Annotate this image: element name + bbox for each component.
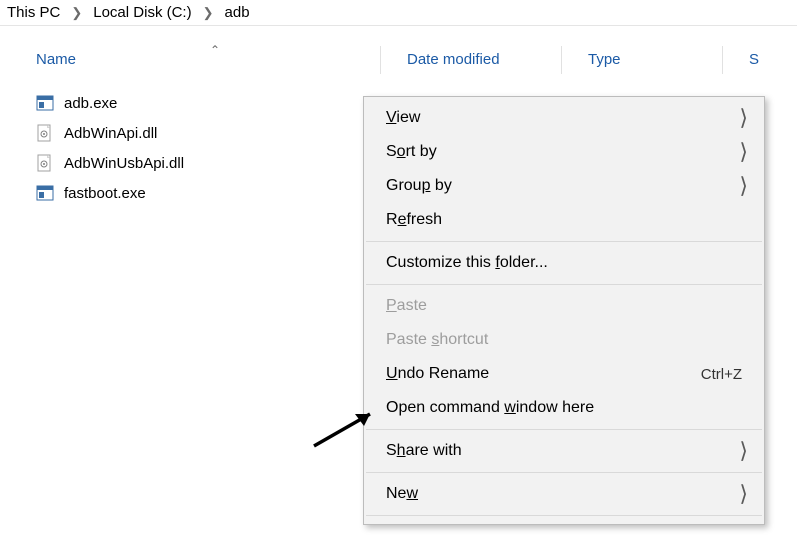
sort-caret-icon: ⌃	[210, 43, 220, 57]
breadcrumb-item[interactable]: This PC	[4, 4, 63, 21]
menu-item-customize[interactable]: Customize this folder...	[364, 246, 764, 280]
menu-label: Refresh	[386, 211, 742, 229]
column-header-name[interactable]: Name ⌃	[0, 51, 380, 68]
breadcrumb-item[interactable]: adb	[222, 4, 253, 21]
menu-item-new[interactable]: New ⟩	[364, 477, 764, 511]
menu-item-refresh[interactable]: Refresh	[364, 203, 764, 237]
menu-label: Paste	[386, 297, 742, 315]
exe-file-icon	[36, 184, 54, 202]
menu-shortcut: Ctrl+Z	[701, 366, 742, 383]
menu-label: Open command window here	[386, 399, 742, 417]
dll-file-icon	[36, 154, 54, 172]
dll-file-icon	[36, 124, 54, 142]
chevron-right-icon: ⟩	[739, 141, 748, 163]
menu-separator	[366, 429, 762, 430]
file-name: AdbWinUsbApi.dll	[64, 155, 184, 172]
menu-item-share[interactable]: Share with ⟩	[364, 434, 764, 468]
column-label: S	[749, 51, 759, 68]
file-name: adb.exe	[64, 95, 117, 112]
menu-label: View	[386, 109, 742, 127]
chevron-right-icon: ⟩	[739, 483, 748, 505]
menu-item-paste: Paste	[364, 289, 764, 323]
chevron-right-icon: ❯	[63, 5, 90, 21]
file-name: AdbWinApi.dll	[64, 125, 157, 142]
column-label: Name	[36, 51, 76, 68]
menu-item-group[interactable]: Group by ⟩	[364, 169, 764, 203]
breadcrumb[interactable]: This PC ❯ Local Disk (C:) ❯ adb	[0, 0, 797, 26]
chevron-right-icon: ⟩	[739, 107, 748, 129]
menu-item-open-command-window[interactable]: Open command window here	[364, 391, 764, 425]
column-label: Type	[588, 51, 621, 68]
menu-label: New	[386, 485, 742, 503]
context-menu: View ⟩ Sort by ⟩ Group by ⟩ Refresh Cust…	[363, 96, 765, 525]
menu-label: Sort by	[386, 143, 742, 161]
menu-label: Share with	[386, 442, 742, 460]
menu-item-undo[interactable]: Undo Rename Ctrl+Z	[364, 357, 764, 391]
menu-label: Customize this folder...	[386, 254, 742, 272]
menu-label: Group by	[386, 177, 742, 195]
chevron-right-icon: ❯	[195, 5, 222, 21]
menu-label: Paste shortcut	[386, 331, 742, 349]
column-headers: Name ⌃ Date modified Type S	[0, 26, 797, 82]
file-name: fastboot.exe	[64, 185, 146, 202]
chevron-right-icon: ⟩	[739, 175, 748, 197]
menu-item-view[interactable]: View ⟩	[364, 101, 764, 135]
column-header-type[interactable]: Type	[562, 51, 722, 68]
menu-label: Undo Rename	[386, 365, 701, 383]
menu-item-paste-shortcut: Paste shortcut	[364, 323, 764, 357]
menu-item-sort[interactable]: Sort by ⟩	[364, 135, 764, 169]
menu-separator	[366, 515, 762, 516]
column-header-size[interactable]: S	[723, 51, 759, 68]
menu-separator	[366, 472, 762, 473]
chevron-right-icon: ⟩	[739, 440, 748, 462]
menu-separator	[366, 284, 762, 285]
breadcrumb-item[interactable]: Local Disk (C:)	[90, 4, 194, 21]
exe-file-icon	[36, 94, 54, 112]
menu-separator	[366, 241, 762, 242]
column-header-date[interactable]: Date modified	[381, 51, 561, 68]
column-label: Date modified	[407, 51, 500, 68]
